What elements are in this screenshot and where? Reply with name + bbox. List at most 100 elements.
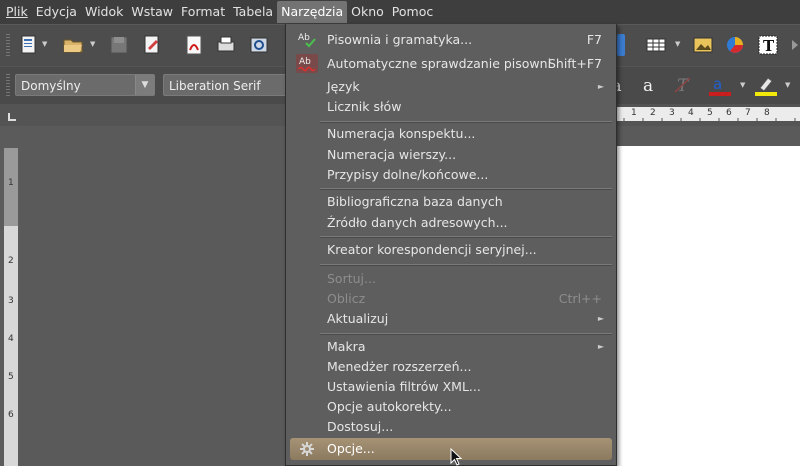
menu-item-label: Sortuj... (327, 271, 376, 286)
vruler-tick: 4 (8, 334, 14, 344)
menu-item-label: Kreator korespondencji seryjnej... (327, 242, 537, 257)
menu-item-word-count[interactable]: Licznik słów (290, 96, 612, 117)
menu-item-label: Dostosuj... (327, 419, 394, 434)
tab-stop-icon[interactable] (8, 113, 16, 121)
menu-okno-label: Okno (351, 4, 384, 19)
save-icon[interactable] (108, 34, 130, 56)
menu-item-shortcut: Ctrl++ (558, 291, 602, 306)
menu-item-calculate: Oblicz Ctrl++ (290, 288, 612, 309)
highlight-icon[interactable] (754, 74, 777, 96)
hruler-tick: 1 (631, 108, 637, 118)
menu-item-xml-filters[interactable]: Ustawienia filtrów XML... (290, 376, 612, 397)
menu-tabela[interactable]: Tabela (229, 1, 277, 23)
menu-item-label: Makra (327, 339, 366, 354)
toolbar-handle[interactable] (6, 74, 10, 98)
menu-item-address-source[interactable]: Źródło danych adresowych... (290, 212, 612, 233)
menu-item-label: Numeracja konspektu... (327, 126, 476, 141)
insert-image-icon[interactable] (692, 34, 714, 56)
hruler-tick: 8 (764, 108, 770, 118)
menu-bar: Plik Edycja Widok Wstaw Format Tabela Na… (0, 0, 800, 24)
menu-item-footnotes[interactable]: Przypisy dolne/końcowe... (290, 164, 612, 185)
menu-item-label: Licznik słów (327, 99, 402, 114)
shadow-icon[interactable]: a (638, 74, 660, 96)
font-color-icon[interactable]: a (708, 74, 731, 96)
menu-format-label: Format (181, 4, 226, 19)
highlight-dropdown-icon[interactable]: ▼ (785, 81, 790, 89)
svg-text:a: a (713, 75, 722, 93)
insert-chart-icon[interactable] (724, 34, 746, 56)
menu-item-label: Ustawienia filtrów XML... (327, 379, 481, 394)
svg-text:Ab: Ab (299, 57, 311, 67)
submenu-arrow-icon: ► (597, 314, 604, 323)
hruler-tick: 3 (669, 108, 675, 118)
chevron-down-icon[interactable]: ▼ (135, 75, 154, 95)
document-page[interactable] (613, 146, 800, 466)
menu-wstaw-label: Wstaw (131, 4, 174, 19)
menu-item-outline-numbering[interactable]: Numeracja konspektu... (290, 123, 612, 144)
menu-item-label: Język (327, 79, 360, 94)
menu-item-update[interactable]: Aktualizuj ► (290, 308, 612, 329)
menu-item-label: Oblicz (327, 291, 366, 306)
text-box-icon[interactable]: T (757, 34, 779, 56)
font-name-combo[interactable]: Liberation Serif (163, 74, 288, 96)
print-icon[interactable] (215, 34, 237, 56)
open-dropdown-arrow-icon[interactable]: ▼ (90, 40, 95, 48)
menu-separator (320, 188, 612, 190)
vruler-tick: 2 (8, 256, 14, 266)
menu-separator (320, 264, 612, 266)
menu-edycja[interactable]: Edycja (32, 1, 81, 23)
menu-narzedzia[interactable]: Narzędzia (277, 1, 348, 23)
menu-item-label: Automatyczne sprawdzanie pisowni (327, 56, 552, 71)
open-folder-icon[interactable] (62, 34, 84, 56)
font-name-value: Liberation Serif (169, 79, 261, 93)
vruler-tick: 3 (8, 296, 14, 306)
table-icon[interactable] (645, 34, 667, 56)
menu-okno[interactable]: Okno (347, 1, 388, 23)
table-dropdown-arrow-icon[interactable]: ▼ (675, 40, 680, 48)
hruler-tick: 6 (726, 108, 732, 118)
horizontal-ruler[interactable]: 1 2 3 4 5 6 7 8 (610, 107, 800, 121)
toolbar-handle[interactable] (6, 34, 10, 58)
hruler-tick: 7 (745, 108, 751, 118)
menu-item-customize[interactable]: Dostosuj... (290, 416, 612, 437)
menu-item-line-numbering[interactable]: Numeracja wierszy... (290, 144, 612, 165)
menu-item-label: Przypisy dolne/końcowe... (327, 167, 489, 182)
toolbar-partial-icon[interactable] (617, 34, 625, 56)
menu-item-label: Bibliograficzna baza danych (327, 194, 503, 209)
menu-item-autocorrect[interactable]: Opcje autokorekty... (290, 396, 612, 417)
menu-item-mail-merge[interactable]: Kreator korespondencji seryjnej... (290, 239, 612, 260)
menu-plik[interactable]: Plik (2, 1, 32, 23)
new-dropdown-arrow-icon[interactable]: ▼ (42, 40, 47, 48)
menu-wstaw[interactable]: Wstaw (127, 1, 177, 23)
hruler-tick: 5 (707, 108, 713, 118)
edit-file-icon[interactable] (141, 34, 163, 56)
menu-format[interactable]: Format (177, 1, 229, 23)
paragraph-style-value: Domyślny (21, 79, 81, 93)
vertical-ruler[interactable]: 1 2 3 4 5 6 (4, 148, 18, 466)
submenu-arrow-icon: ► (597, 342, 604, 351)
menu-item-spelling[interactable]: Ab Pisownia i gramatyka... F7 (290, 29, 612, 50)
paragraph-style-combo[interactable]: Domyślny ▼ (15, 74, 155, 96)
menu-item-extension-manager[interactable]: Menedżer rozszerzeń... (290, 356, 612, 377)
menu-pomoc[interactable]: Pomoc (388, 1, 437, 23)
vruler-tick: 1 (8, 178, 14, 188)
tools-menu: Ab Pisownia i gramatyka... F7 Ab Automat… (285, 24, 617, 466)
font-color-dropdown-icon[interactable]: ▼ (740, 81, 745, 89)
menu-item-label: Numeracja wierszy... (327, 147, 457, 162)
menu-item-label: Menedżer rozszerzeń... (327, 359, 472, 374)
clear-format-icon[interactable]: T (672, 74, 694, 96)
menu-separator (320, 333, 612, 335)
menu-item-autospell[interactable]: Ab Automatyczne sprawdzanie pisowni Shif… (290, 53, 612, 74)
print-preview-icon[interactable] (248, 34, 270, 56)
menu-item-label: Opcje autokorekty... (327, 399, 452, 414)
toolbar-overflow-icon[interactable] (788, 34, 800, 56)
export-pdf-icon[interactable] (183, 34, 205, 56)
menu-item-language[interactable]: Język ► (290, 76, 612, 97)
vruler-tick: 6 (8, 410, 14, 420)
menu-item-bibliography[interactable]: Bibliograficzna baza danych (290, 191, 612, 212)
menu-item-macros[interactable]: Makra ► (290, 336, 612, 357)
menu-pomoc-label: Pomoc (391, 4, 434, 19)
new-document-icon[interactable] (18, 34, 40, 56)
svg-text:Ab: Ab (298, 33, 310, 43)
menu-widok[interactable]: Widok (81, 1, 127, 23)
